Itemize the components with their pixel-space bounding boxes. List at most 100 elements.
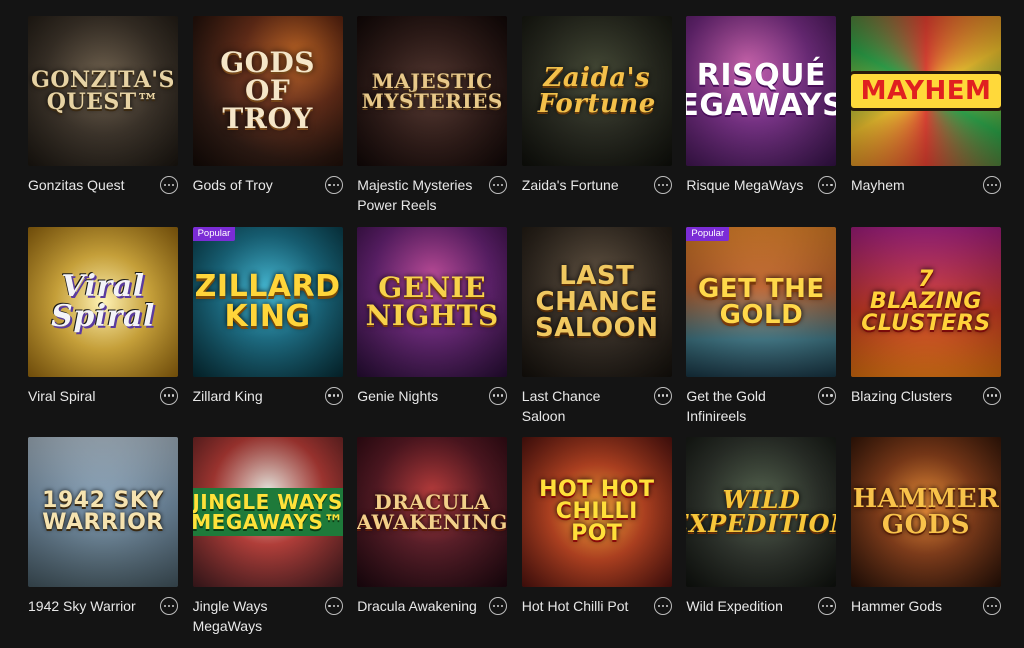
game-card[interactable]: Popular GET THE GOLD Get the Gold Infini…: [686, 226, 837, 438]
game-art-title: GODS OF TROY: [220, 46, 315, 135]
game-meta: Hot Hot Chilli Pot: [522, 596, 672, 616]
game-thumbnail[interactable]: JINGLE WAYS MEGAWAYS™: [192, 437, 343, 587]
game-thumbnail[interactable]: HAMMER GODS: [850, 437, 1001, 587]
more-options-icon[interactable]: [653, 176, 672, 194]
game-card[interactable]: Zaida's Fortune Zaida's Fortune: [521, 16, 672, 227]
game-thumbnail[interactable]: 1942 SKY WARRIOR: [28, 437, 178, 587]
more-options-icon[interactable]: [489, 386, 508, 405]
game-art-title: MAJESTIC MYSTERIES: [361, 69, 503, 113]
game-card[interactable]: JINGLE WAYS MEGAWAYS™ Jingle Ways MegaWa…: [192, 437, 343, 648]
game-name[interactable]: Dracula Awakening: [357, 596, 479, 616]
game-name[interactable]: Zaida's Fortune: [522, 175, 644, 195]
game-art-title: Viral Spiral: [51, 268, 155, 334]
game-meta: Get the Gold Infinireels: [686, 386, 837, 426]
game-art-title: 7 BLAZING CLUSTERS: [861, 266, 991, 336]
more-options-icon[interactable]: [982, 386, 1001, 405]
game-thumbnail[interactable]: LAST CHANCE SALOON: [521, 226, 672, 377]
game-name[interactable]: Mayhem: [851, 175, 973, 195]
more-options-icon[interactable]: [489, 176, 508, 194]
more-options-icon[interactable]: [818, 597, 837, 615]
game-name[interactable]: Risque MegaWays: [686, 175, 808, 195]
game-name[interactable]: 1942 Sky Warrior: [28, 596, 150, 616]
game-name[interactable]: Blazing Clusters: [851, 386, 973, 406]
game-name[interactable]: Majestic Mysteries Power Reels: [357, 175, 479, 215]
more-options-icon[interactable]: [324, 386, 343, 405]
game-art-title: DRACULA AWAKENING: [357, 490, 508, 534]
game-name[interactable]: Gods of Troy: [193, 175, 315, 195]
game-art-title: GONZITA'S QUEST™: [31, 67, 175, 115]
game-art-title: HOT HOT CHILLI POT: [539, 477, 655, 546]
game-art-title: WILD EXPEDITION: [686, 485, 836, 538]
game-art-title: JINGLE WAYS MEGAWAYS™: [192, 488, 343, 536]
game-thumbnail[interactable]: 7 BLAZING CLUSTERS: [850, 226, 1001, 377]
game-meta: Gods of Troy: [193, 175, 343, 195]
game-meta: Genie Nights: [357, 386, 508, 406]
game-name[interactable]: Jingle Ways MegaWays: [193, 596, 315, 636]
game-card[interactable]: LAST CHANCE SALOON Last Chance Saloon: [521, 226, 672, 438]
game-name[interactable]: Hot Hot Chilli Pot: [522, 596, 644, 616]
game-card[interactable]: 7 BLAZING CLUSTERS Blazing Clusters: [850, 226, 1001, 438]
game-thumbnail[interactable]: Popular GET THE GOLD: [686, 226, 837, 377]
game-thumbnail[interactable]: MAJESTIC MYSTERIES: [357, 16, 508, 166]
game-thumbnail[interactable]: RISQUÉ MEGAWAYS™: [686, 16, 837, 166]
game-name[interactable]: Zillard King: [193, 386, 315, 406]
game-thumbnail[interactable]: Viral Spiral: [28, 226, 178, 377]
game-card[interactable]: GONZITA'S QUEST™ Gonzitas Quest: [28, 16, 178, 227]
game-thumbnail[interactable]: Zaida's Fortune: [521, 16, 672, 166]
game-art-title: LAST CHANCE SALOON: [535, 260, 659, 343]
more-options-icon[interactable]: [324, 597, 343, 615]
more-options-icon[interactable]: [982, 176, 1001, 194]
game-card[interactable]: RISQUÉ MEGAWAYS™ Risque MegaWays: [686, 16, 837, 227]
more-options-icon[interactable]: [653, 597, 672, 615]
game-meta: Jingle Ways MegaWays: [193, 596, 343, 636]
game-card[interactable]: Viral Spiral Viral Spiral: [28, 226, 178, 438]
game-card[interactable]: Popular ZILLARD KING Zillard King: [192, 226, 343, 438]
game-meta: Zaida's Fortune: [522, 175, 672, 195]
game-thumbnail[interactable]: DRACULA AWAKENING: [357, 437, 508, 587]
games-grid: GONZITA'S QUEST™ Gonzitas Quest GODS OF …: [28, 16, 1001, 648]
game-meta: Dracula Awakening: [357, 596, 508, 616]
more-options-icon[interactable]: [653, 386, 672, 405]
popular-badge: Popular: [686, 226, 730, 241]
game-meta: Gonzitas Quest: [28, 175, 178, 195]
game-card[interactable]: MAYHEM Mayhem: [850, 16, 1001, 227]
game-meta: Blazing Clusters: [851, 386, 1001, 406]
more-options-icon[interactable]: [160, 597, 178, 615]
game-card[interactable]: GENIE NIGHTS Genie Nights: [357, 226, 508, 438]
game-card[interactable]: 1942 SKY WARRIOR 1942 Sky Warrior: [28, 437, 178, 648]
game-meta: Viral Spiral: [28, 386, 178, 406]
game-card[interactable]: GODS OF TROY Gods of Troy: [192, 16, 343, 227]
game-thumbnail[interactable]: GENIE NIGHTS: [357, 226, 508, 377]
more-options-icon[interactable]: [818, 176, 837, 194]
more-options-icon[interactable]: [489, 597, 508, 615]
game-name[interactable]: Genie Nights: [357, 386, 479, 406]
game-thumbnail[interactable]: GODS OF TROY: [192, 16, 343, 166]
game-card[interactable]: MAJESTIC MYSTERIES Majestic Mysteries Po…: [357, 16, 508, 227]
game-thumbnail[interactable]: WILD EXPEDITION: [686, 437, 837, 587]
game-meta: Zillard King: [193, 386, 343, 406]
game-thumbnail[interactable]: Popular ZILLARD KING: [192, 226, 343, 377]
game-thumbnail[interactable]: GONZITA'S QUEST™: [28, 16, 178, 166]
game-card[interactable]: HOT HOT CHILLI POT Hot Hot Chilli Pot: [521, 437, 672, 648]
game-art-title: 1942 SKY WARRIOR: [42, 488, 164, 535]
more-options-icon[interactable]: [982, 597, 1001, 615]
game-name[interactable]: Hammer Gods: [851, 596, 973, 616]
more-options-icon[interactable]: [160, 176, 178, 194]
game-name[interactable]: Viral Spiral: [28, 386, 150, 406]
game-thumbnail[interactable]: HOT HOT CHILLI POT: [521, 437, 672, 587]
game-card[interactable]: DRACULA AWAKENING Dracula Awakening: [357, 437, 508, 648]
game-art-title: HAMMER GODS: [852, 484, 1000, 540]
game-meta: Hammer Gods: [851, 596, 1001, 616]
game-thumbnail[interactable]: MAYHEM: [850, 16, 1001, 166]
more-options-icon[interactable]: [818, 386, 837, 405]
game-name[interactable]: Get the Gold Infinireels: [686, 386, 808, 426]
more-options-icon[interactable]: [324, 176, 343, 194]
game-name[interactable]: Gonzitas Quest: [28, 175, 150, 195]
game-meta: Wild Expedition: [686, 596, 837, 616]
game-name[interactable]: Last Chance Saloon: [522, 386, 644, 426]
more-options-icon[interactable]: [160, 386, 178, 405]
game-meta: Majestic Mysteries Power Reels: [357, 175, 508, 215]
game-card[interactable]: HAMMER GODS Hammer Gods: [850, 437, 1001, 648]
game-card[interactable]: WILD EXPEDITION Wild Expedition: [686, 437, 837, 648]
game-name[interactable]: Wild Expedition: [686, 596, 808, 616]
